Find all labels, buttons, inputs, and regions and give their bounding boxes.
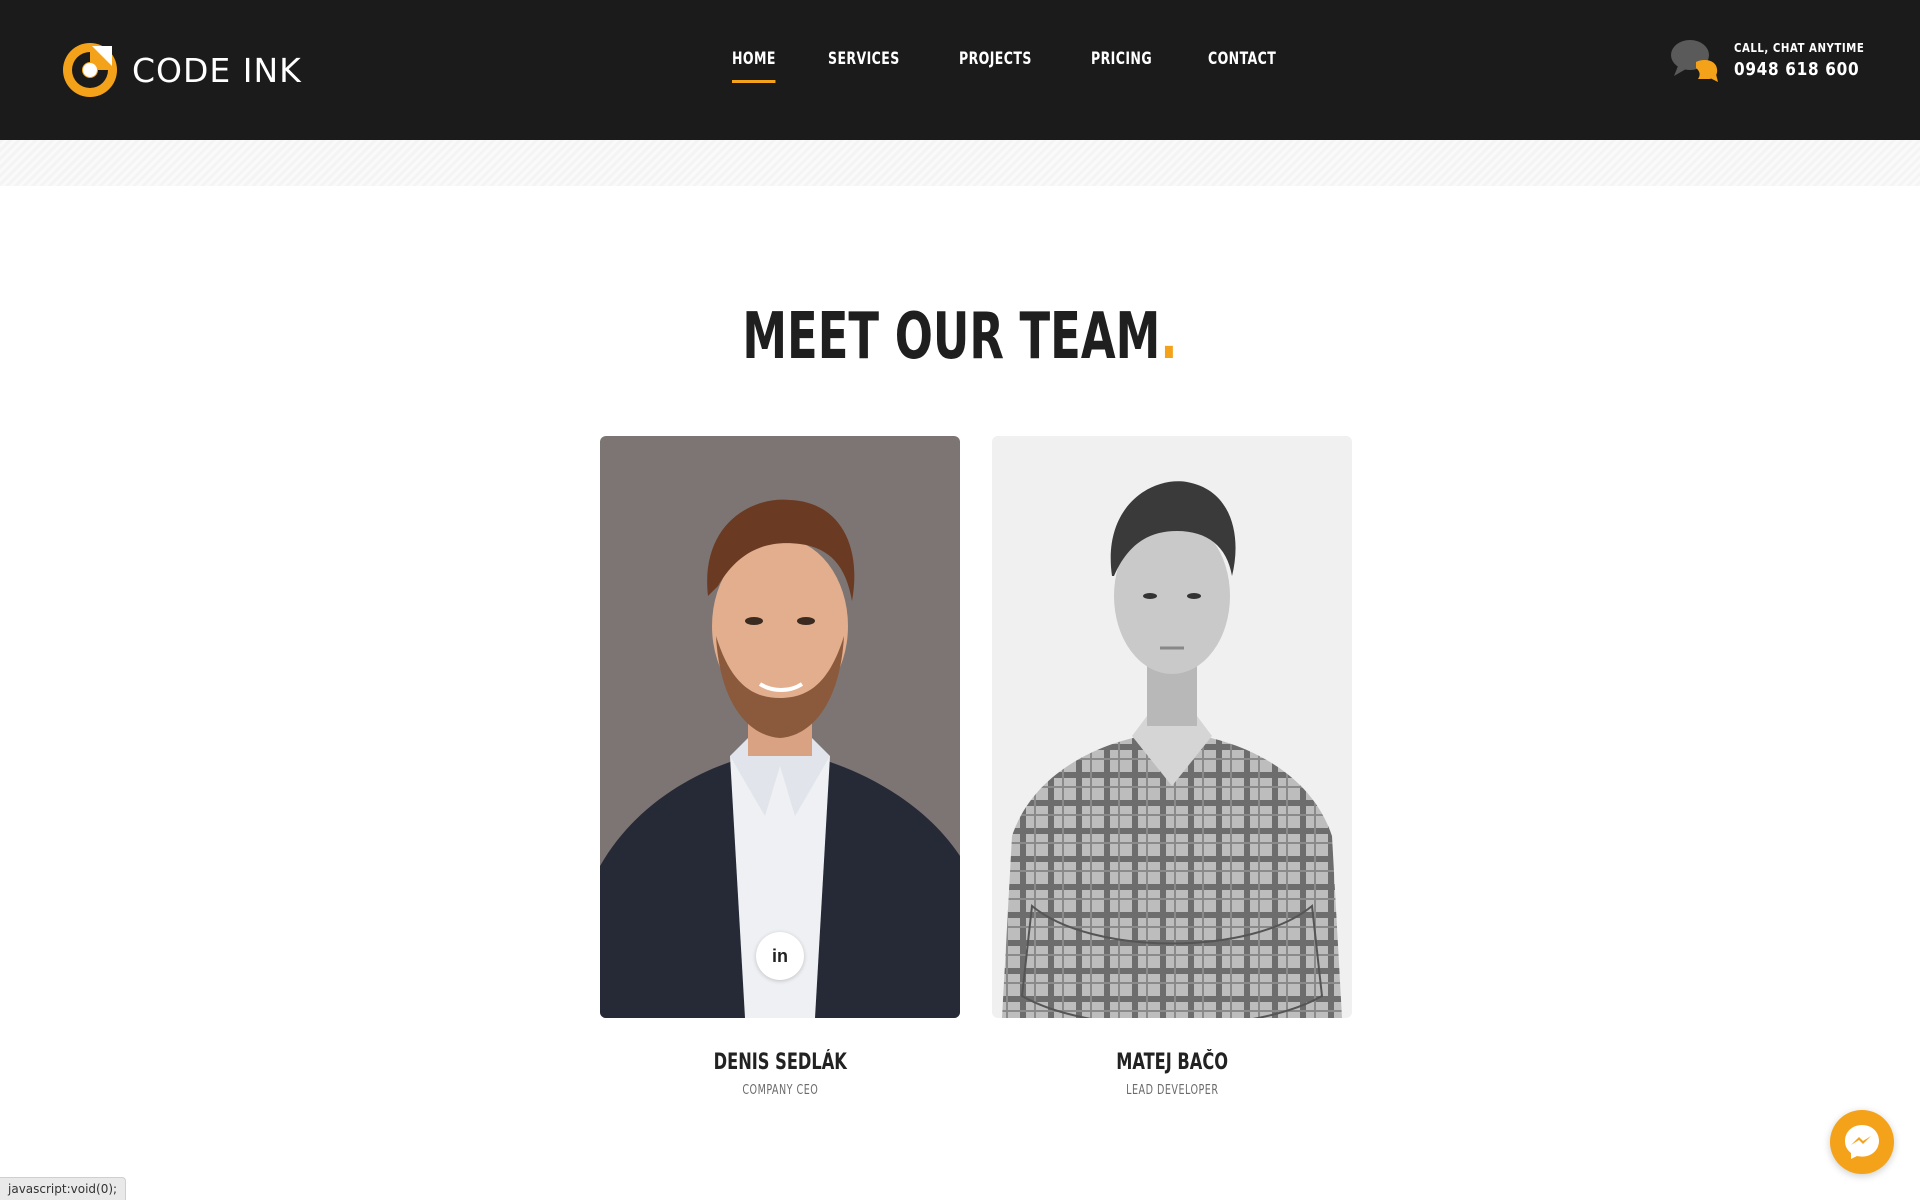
messenger-icon (1845, 1125, 1879, 1159)
nav-home[interactable]: HOME (732, 49, 777, 83)
team-card: in DENIS SEDLÁK COMPANY CEO (600, 436, 960, 1098)
member-name: MATEJ BAČO (1116, 1050, 1228, 1075)
main-nav: HOME SERVICES PROJECTS PRICING CONTACT (732, 49, 1334, 83)
contact-phone[interactable]: 0948 618 600 (1734, 59, 1864, 80)
section-title: MEET OUR TEAM. (0, 300, 1920, 374)
portrait-image (992, 436, 1352, 1018)
nav-pricing[interactable]: PRICING (1091, 49, 1152, 83)
nav-services[interactable]: SERVICES (828, 49, 900, 83)
portrait-image (600, 436, 960, 1018)
nav-projects[interactable]: PROJECTS (959, 49, 1032, 83)
member-name: DENIS SEDLÁK (713, 1050, 847, 1075)
member-photo (992, 436, 1352, 1018)
chat-bubbles-icon (1671, 40, 1718, 82)
browser-status-bar: javascript:void(0); (0, 1177, 127, 1200)
site-header: CODE INK HOME SERVICES PROJECTS PRICING … (0, 0, 1920, 140)
nav-contact[interactable]: CONTACT (1208, 49, 1276, 83)
team-card: MATEJ BAČO LEAD DEVELOPER (992, 436, 1352, 1098)
title-text: MEET OUR TEAM (742, 300, 1161, 374)
member-role: COMPANY CEO (742, 1083, 818, 1098)
logo[interactable]: CODE INK (62, 42, 302, 98)
logo-mark-icon (63, 43, 117, 97)
pattern-strip (0, 140, 1920, 186)
member-photo: in (600, 436, 960, 1018)
title-dot: . (1160, 300, 1178, 374)
contact-label: CALL, CHAT ANYTIME (1734, 40, 1865, 55)
linkedin-icon[interactable]: in (756, 932, 804, 980)
header-contact[interactable]: CALL, CHAT ANYTIME 0948 618 600 (1670, 38, 1887, 82)
logo-text: CODE INK (132, 50, 302, 90)
messenger-button[interactable] (1830, 1110, 1894, 1174)
member-role: LEAD DEVELOPER (1125, 1083, 1219, 1098)
